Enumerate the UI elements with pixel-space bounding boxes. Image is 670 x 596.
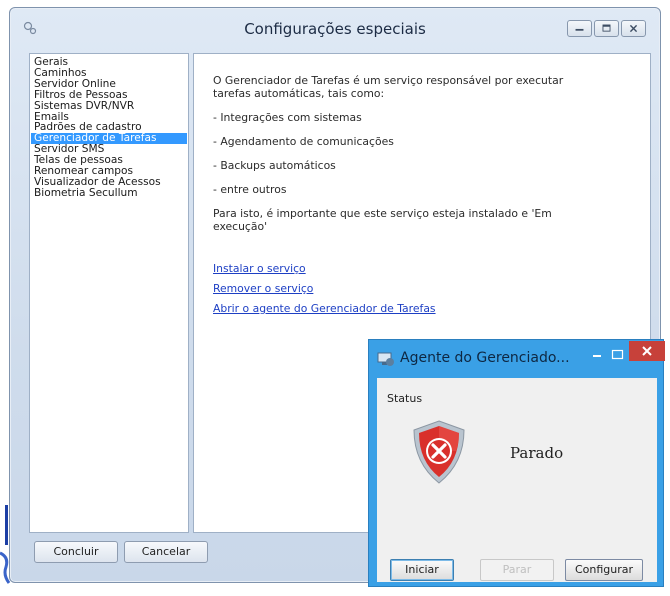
start-button[interactable]: Iniciar: [390, 559, 454, 581]
intro-text-line1: O Gerenciador de Tarefas é um serviço re…: [213, 74, 564, 87]
note-text-line2: execução': [213, 220, 268, 233]
bullet-backups: - Backups automáticos: [213, 159, 336, 172]
nav-item-biometria-secullum[interactable]: Biometria Secullum: [31, 187, 187, 199]
configure-button[interactable]: Configurar: [565, 559, 643, 581]
window-title: Configurações especiais: [244, 20, 426, 38]
bullet-integracoes: - Integrações com sistemas: [213, 111, 362, 124]
close-icon: [629, 24, 638, 33]
agent-body: Status Parado Iniciar Parar Configurar: [377, 378, 657, 582]
status-value: Parado: [510, 444, 564, 462]
intro-text-line2: tarefas automáticas, tais como:: [213, 87, 385, 100]
open-agent-link[interactable]: Abrir o agente do Gerenciador de Tarefas: [213, 302, 436, 315]
settings-category-list[interactable]: Gerais Caminhos Servidor Online Filtros …: [29, 53, 189, 533]
agent-close-button[interactable]: [629, 341, 665, 361]
maximize-icon: [602, 24, 611, 32]
bullet-agendamento: - Agendamento de comunicações: [213, 135, 394, 148]
note-text-line1: Para isto, é importante que este serviço…: [213, 207, 552, 220]
stop-button[interactable]: Parar: [480, 559, 554, 581]
nav-item-sistemas-dvr-nvr[interactable]: Sistemas DVR/NVR: [31, 100, 187, 112]
maximize-icon[interactable]: [606, 346, 630, 366]
minimize-icon: [575, 28, 584, 31]
shield-error-icon: [413, 420, 465, 484]
remove-service-link[interactable]: Remover o serviço: [213, 282, 313, 295]
finish-button[interactable]: Concluir: [34, 541, 118, 563]
close-icon: [642, 346, 652, 356]
agent-window-title: Agente do Gerenciado...: [400, 350, 570, 366]
background-decoration: [0, 505, 11, 584]
minimize-icon[interactable]: [591, 349, 605, 363]
agent-window: Agente do Gerenciado... Status Parado In…: [368, 339, 665, 587]
main-titlebar: Configurações especiais: [10, 8, 660, 48]
cancel-button[interactable]: Cancelar: [124, 541, 208, 563]
bullet-entre-outros: - entre outros: [213, 183, 287, 196]
close-button[interactable]: [621, 20, 646, 37]
caption-buttons: [565, 20, 646, 37]
status-label: Status: [387, 392, 423, 405]
minimize-button[interactable]: [567, 20, 592, 37]
agent-app-icon: [377, 352, 394, 366]
nav-item-filtros-de-pessoas[interactable]: Filtros de Pessoas: [31, 89, 187, 101]
install-service-link[interactable]: Instalar o serviço: [213, 262, 306, 275]
maximize-button[interactable]: [594, 20, 619, 37]
